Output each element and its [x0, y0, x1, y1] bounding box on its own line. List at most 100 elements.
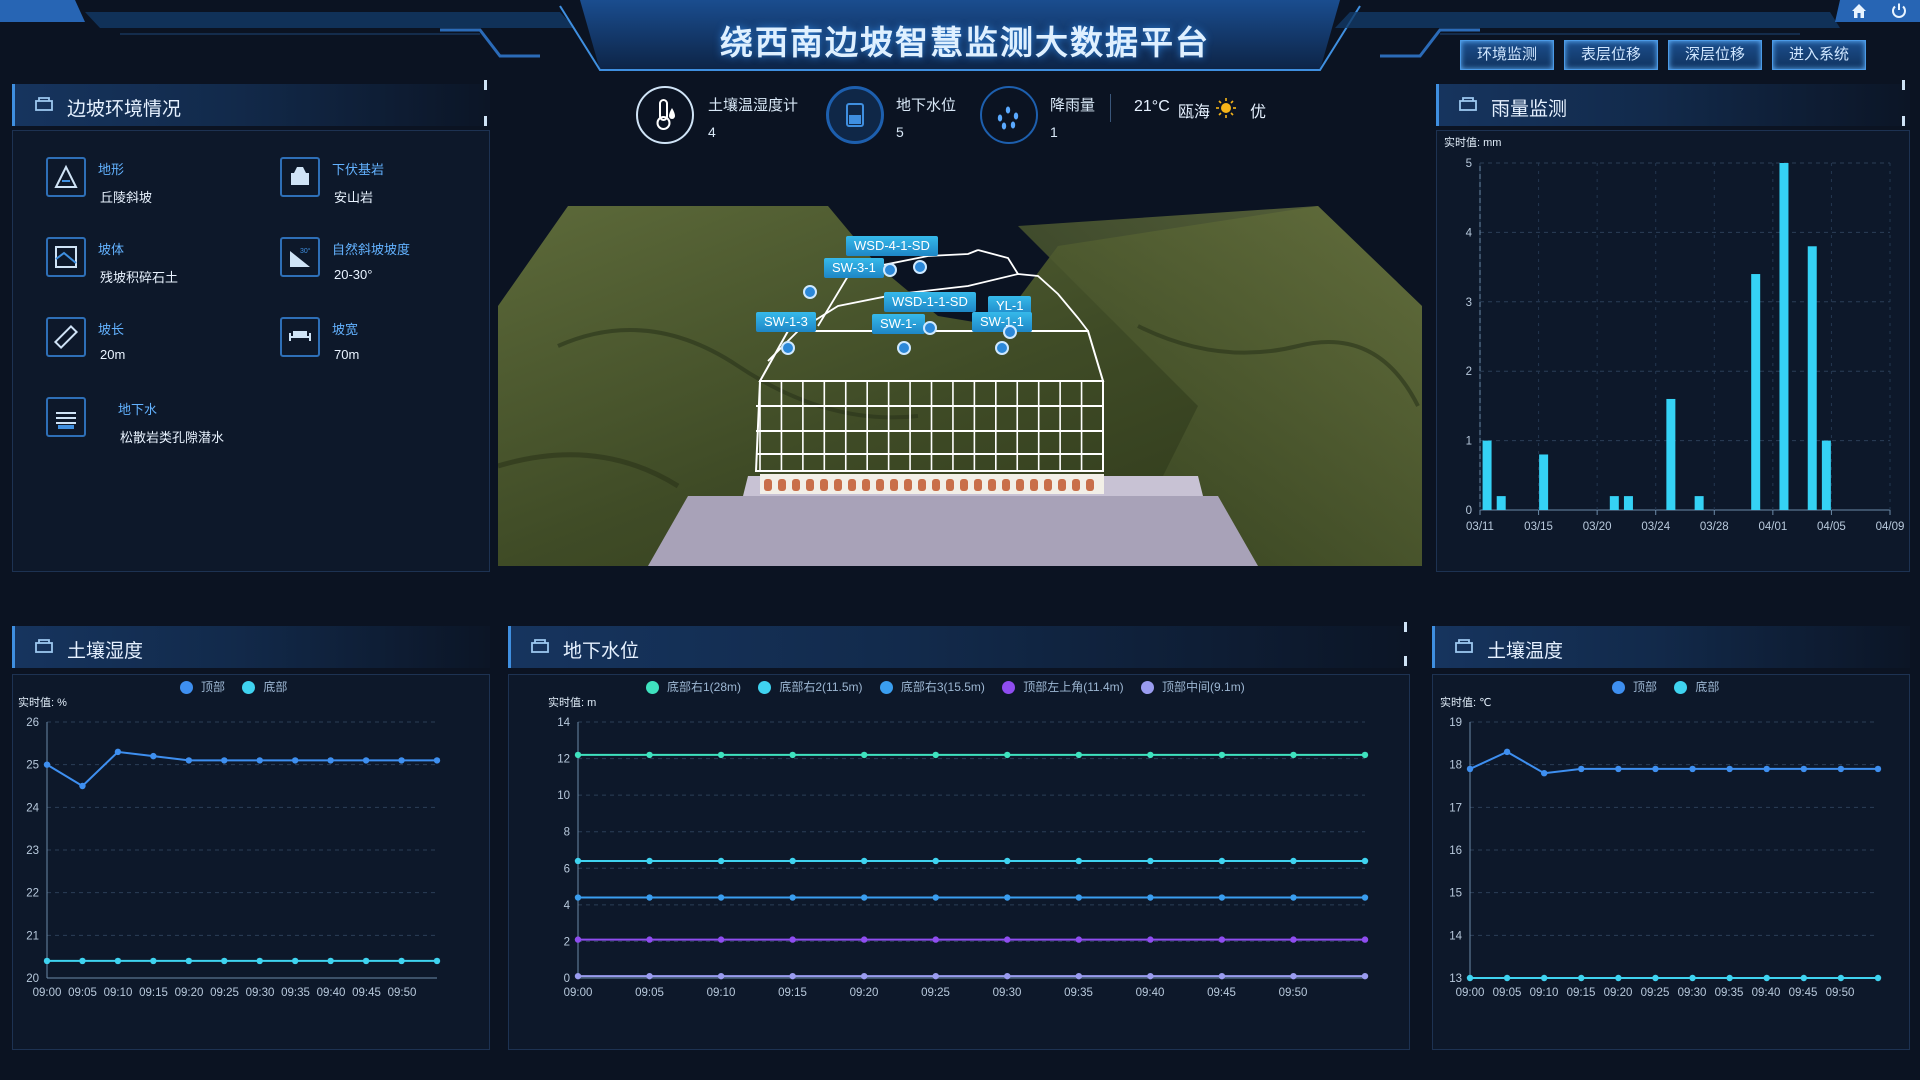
rain-bar-chart[interactable]: 0 1 2 3 4 5 03/11 03/15 03/20 03/24 03/28 04/01 04/0… — [1436, 145, 1910, 545]
x-tick-label: 09:20 — [175, 987, 204, 999]
humidity-panel-title: 土壤湿度 — [67, 641, 144, 662]
y-tick-label: 3 — [1466, 297, 1472, 309]
x-tick-label: 09:05 — [1493, 987, 1522, 999]
data-point — [185, 957, 193, 965]
location-pin-icon[interactable] — [1003, 325, 1017, 339]
y-tick-label: 15 — [1449, 888, 1462, 900]
env-value-width: 70m — [334, 347, 360, 362]
data-point — [43, 761, 51, 768]
groundwater-panel-header: 地下水位 — [508, 626, 1410, 668]
legend-label: 顶部中间(9.1m) — [1162, 680, 1245, 694]
y-tick-label: 2 — [1466, 366, 1472, 378]
data-point — [932, 751, 939, 759]
y-tick-label: 6 — [564, 863, 570, 875]
x-tick-label: 09:40 — [317, 987, 346, 999]
temperature-panel-title: 土壤温度 — [1487, 641, 1564, 662]
y-tick-label: 18 — [1449, 760, 1462, 772]
temperature-line-chart[interactable]: 13 14 15 16 17 18 19 09:00 09:05 09:10 09:15 09:20 0… — [1432, 706, 1910, 1006]
env-label-slope-body: 坡体 — [98, 242, 125, 257]
humidity-line-chart[interactable]: 20 21 22 23 24 25 26 09:00 09:05 09:10 09:15 09:20 0… — [12, 706, 490, 1006]
groundwater-line-chart[interactable]: 0 2 4 6 8 10 12 14 09:00 09:05 09:10 09:15 09:20 09:2… — [508, 706, 1410, 1006]
data-point — [1800, 765, 1808, 773]
slope-angle-icon: 30° — [280, 237, 320, 277]
legend-label: 顶部 — [1633, 680, 1658, 694]
data-point — [1466, 765, 1474, 773]
y-tick-label: 8 — [564, 827, 570, 839]
data-point — [1004, 894, 1011, 901]
legend-swatch — [242, 681, 256, 695]
home-icon[interactable] — [1844, 2, 1874, 26]
y-tick-label: 0 — [564, 973, 570, 985]
x-tick-label: 09:50 — [1279, 987, 1308, 999]
data-point — [932, 857, 939, 865]
panel-header-icon — [531, 639, 549, 653]
series-line — [46, 750, 437, 788]
x-tick-label: 09:25 — [1641, 987, 1670, 999]
y-tick-label: 23 — [26, 845, 39, 857]
legend-swatch — [1141, 681, 1155, 695]
y-tick-label: 5 — [1466, 158, 1472, 170]
data-point — [1578, 974, 1585, 982]
nav-button-enter[interactable]: 进入系统 — [1772, 40, 1866, 70]
x-tick-label: 09:35 — [1715, 987, 1744, 999]
x-tick-label: 09:00 — [33, 987, 62, 999]
data-point — [1540, 770, 1548, 777]
y-tick-label: 19 — [1449, 717, 1462, 729]
env-value-bedrock: 安山岩 — [334, 190, 374, 205]
data-point — [1147, 972, 1154, 980]
x-tick-label: 03/24 — [1641, 521, 1670, 533]
legend-label: 底部右1(28m) — [667, 680, 742, 694]
data-point — [717, 936, 725, 943]
nav-button-surface[interactable]: 表层位移 — [1564, 40, 1658, 70]
location-pin-icon[interactable] — [897, 341, 911, 355]
data-point — [1652, 974, 1659, 982]
location-pin-icon[interactable] — [995, 341, 1009, 355]
panel-header-icon — [35, 97, 53, 111]
location-pin-icon[interactable] — [883, 263, 897, 277]
env-value-slope-body: 残坡积碎石土 — [100, 270, 179, 285]
data-point — [860, 972, 868, 980]
data-point — [1004, 972, 1011, 980]
x-tick-label: 09:25 — [921, 987, 950, 999]
nav-button-env[interactable]: 环境监测 — [1460, 40, 1554, 70]
x-tick-label: 04/09 — [1876, 521, 1905, 533]
corner-mark — [1404, 622, 1407, 632]
panel-header-icon — [1459, 97, 1477, 111]
corner-mark — [1902, 116, 1905, 126]
data-point — [574, 751, 582, 759]
stat-label-soil: 土壤温湿度计 — [708, 97, 799, 114]
rain-bar — [1779, 163, 1789, 510]
rain-bar — [1539, 454, 1549, 510]
data-point — [1837, 974, 1845, 982]
data-point — [1290, 972, 1297, 980]
data-point — [1075, 894, 1083, 901]
nav-button-deep[interactable]: 深层位移 — [1668, 40, 1762, 70]
data-point — [1075, 936, 1083, 943]
legend-label: 底部 — [263, 680, 288, 694]
data-point — [1466, 974, 1474, 982]
corner-mark — [484, 116, 487, 126]
location-pin-icon[interactable] — [923, 321, 937, 335]
data-point — [79, 782, 86, 790]
data-point — [1361, 936, 1369, 943]
x-tick-label: 09:30 — [246, 987, 275, 999]
ruler-icon — [46, 317, 86, 357]
data-point — [1763, 974, 1770, 982]
data-point — [860, 751, 868, 759]
sun-icon — [1216, 98, 1236, 118]
location-pin-icon[interactable] — [913, 260, 927, 274]
data-point — [433, 757, 441, 764]
terrain-icon — [46, 157, 86, 197]
x-tick-label: 09:10 — [707, 987, 736, 999]
data-point — [860, 936, 868, 943]
data-point — [932, 936, 939, 943]
legend-swatch — [180, 681, 193, 695]
legend-swatch — [758, 681, 772, 695]
x-tick-label: 03/20 — [1583, 521, 1612, 533]
y-tick-label: 1 — [1466, 436, 1472, 448]
data-point — [1147, 857, 1154, 865]
location-pin-icon[interactable] — [781, 341, 795, 355]
power-icon[interactable] — [1884, 2, 1914, 26]
location-pin-icon[interactable] — [803, 285, 817, 299]
data-point — [646, 894, 653, 901]
